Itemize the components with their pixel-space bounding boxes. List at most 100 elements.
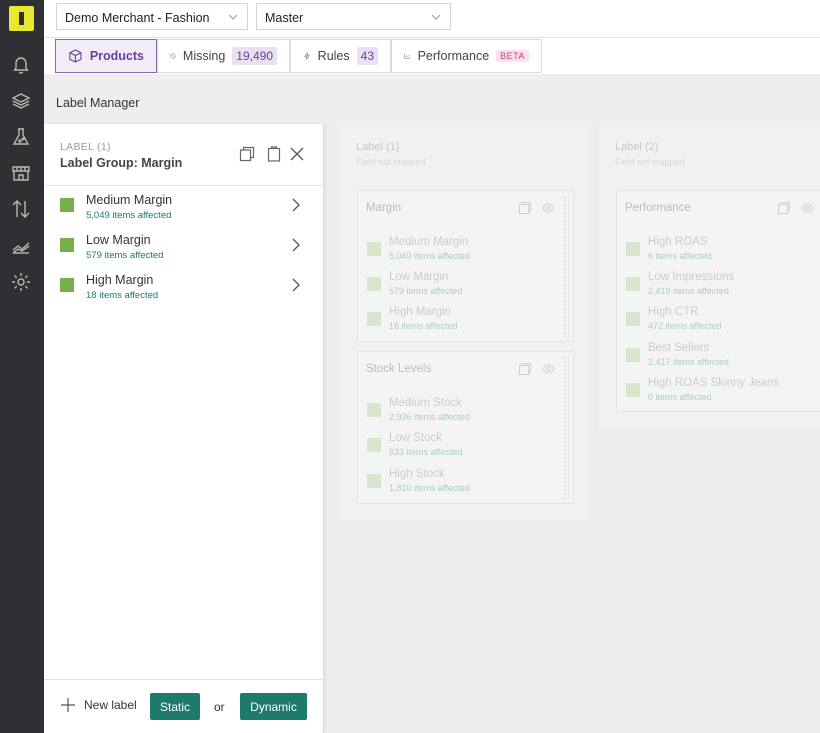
tab-performance-label: Performance <box>417 49 490 63</box>
group-item-count: 6 items affected <box>648 251 712 261</box>
label-list-item[interactable]: Low Margin 579 items affected <box>44 228 324 264</box>
chevron-right-icon[interactable] <box>289 197 303 213</box>
tab-rules[interactable]: Rules 43 <box>290 39 391 73</box>
label-list-item[interactable]: High Margin 18 items affected <box>44 268 324 304</box>
group-item-name: Low Margin <box>389 271 449 283</box>
tab-performance[interactable]: Performance BETA <box>391 39 542 73</box>
label-count: 5,049 items affected <box>86 210 172 221</box>
chevron-right-icon[interactable] <box>289 237 303 253</box>
rules-count-badge: 43 <box>356 47 378 65</box>
group-name: Stock Levels <box>366 363 432 375</box>
tab-bar: Products Missing 19,490 Rules 43 Perform… <box>44 38 820 74</box>
group-item-name: High ROAS Skinny Jeans <box>648 377 780 389</box>
group-item-name: Low Stock <box>389 432 443 444</box>
group-item[interactable]: Medium Margin 5,049 items affected <box>358 234 558 264</box>
group-item-name: Medium Margin <box>389 236 469 248</box>
label-name: High Margin <box>86 273 154 287</box>
group-item-count: 2,936 items affected <box>389 412 470 422</box>
group-item[interactable]: Low Margin 579 items affected <box>358 269 558 299</box>
beta-badge: BETA <box>496 50 529 62</box>
column-subtitle: Field not mapped <box>615 157 685 167</box>
label-color-swatch <box>60 238 74 252</box>
label-editor-panel: LABEL (1) Label Group: Margin Medium Mar… <box>44 124 324 733</box>
group-item-count: 933 items affected <box>389 447 463 457</box>
group-item[interactable]: High ROAS 6 items affected <box>617 234 817 264</box>
or-text: or <box>214 700 225 714</box>
drag-handle-icon[interactable] <box>563 356 569 499</box>
group-item[interactable]: High Stock 1,810 items affected <box>358 466 558 496</box>
panel-label-heading: LABEL (1) <box>60 141 111 153</box>
copy-icon[interactable] <box>518 201 532 215</box>
panel-group-title: Label Group: Margin <box>60 156 183 170</box>
label-count: 18 items affected <box>86 290 159 301</box>
drag-handle-icon[interactable] <box>563 195 569 337</box>
label-group-card[interactable]: Margin Medium Margin 5,049 items affecte… <box>357 190 574 342</box>
chevron-right-icon[interactable] <box>289 277 303 293</box>
label-color-swatch <box>367 438 381 452</box>
branch-select[interactable]: Master <box>256 3 451 30</box>
copy-icon[interactable] <box>239 146 255 162</box>
column-title: Label (1) <box>356 141 400 153</box>
label-name: Medium Margin <box>86 193 173 207</box>
eye-icon[interactable] <box>542 202 555 214</box>
label-name: Low Margin <box>86 233 151 247</box>
tab-products[interactable]: Products <box>55 39 157 73</box>
label-count: 579 items affected <box>86 250 164 261</box>
missing-count-badge: 19,490 <box>232 47 277 65</box>
bell-icon[interactable] <box>10 53 32 75</box>
tab-missing[interactable]: Missing 19,490 <box>157 39 290 73</box>
box-icon <box>69 49 82 63</box>
left-nav-rail <box>0 0 44 733</box>
flask-icon[interactable] <box>10 126 32 148</box>
label-color-swatch <box>626 383 640 397</box>
column-title: Label (2) <box>615 141 659 153</box>
merchant-select-value: Demo Merchant - Fashion <box>65 11 210 25</box>
copy-icon[interactable] <box>518 362 532 376</box>
bolt-icon <box>304 52 310 60</box>
group-item[interactable]: Best Sellers 2,417 items affected <box>617 340 817 370</box>
group-item[interactable]: High ROAS Skinny Jeans 0 items affected <box>617 375 817 405</box>
group-item-count: 18 items affected <box>389 321 458 331</box>
group-name: Performance <box>625 202 691 214</box>
group-item[interactable]: High Margin 18 items affected <box>358 304 558 334</box>
sort-arrows-icon[interactable] <box>10 198 32 220</box>
group-item-count: 2,417 items affected <box>648 357 729 367</box>
label-column-2: Label (2) Field not mapped Performance H… <box>599 126 820 431</box>
divider <box>44 679 324 680</box>
copy-icon[interactable] <box>777 201 791 215</box>
label-color-swatch <box>60 198 74 212</box>
gear-icon[interactable] <box>10 271 32 293</box>
group-item-name: High ROAS <box>648 236 708 248</box>
column-subtitle: Field not mapped <box>356 157 426 167</box>
label-color-swatch <box>367 312 381 326</box>
clipboard-icon[interactable] <box>266 146 282 162</box>
layers-icon[interactable] <box>10 90 32 112</box>
divider <box>44 185 324 186</box>
new-label-button[interactable]: New label <box>60 697 137 713</box>
eye-icon[interactable] <box>542 363 555 375</box>
ban-icon <box>170 53 176 59</box>
eye-icon[interactable] <box>801 202 814 214</box>
chart-icon[interactable] <box>10 235 32 257</box>
chevron-down-icon <box>431 14 441 20</box>
store-icon[interactable] <box>10 162 32 184</box>
group-item[interactable]: Medium Stock 2,936 items affected <box>358 395 558 425</box>
plus-icon <box>61 698 75 712</box>
label-group-card[interactable]: Performance High ROAS 6 items affected L… <box>616 190 820 412</box>
logo-icon[interactable] <box>9 6 34 31</box>
label-color-swatch <box>60 278 74 292</box>
group-item-name: Best Sellers <box>648 342 710 354</box>
group-item-count: 2,419 items affected <box>648 286 729 296</box>
dynamic-button[interactable]: Dynamic <box>240 693 307 720</box>
group-item-count: 5,049 items affected <box>389 251 470 261</box>
label-list-item[interactable]: Medium Margin 5,049 items affected <box>44 188 324 224</box>
close-icon[interactable] <box>289 146 305 162</box>
group-item[interactable]: Low Impressions 2,419 items affected <box>617 269 817 299</box>
static-button[interactable]: Static <box>150 693 200 720</box>
group-item-count: 579 items affected <box>389 286 463 296</box>
group-item[interactable]: High CTR 472 items affected <box>617 304 817 334</box>
label-color-swatch <box>367 474 381 488</box>
group-item[interactable]: Low Stock 933 items affected <box>358 430 558 460</box>
label-group-card[interactable]: Stock Levels Medium Stock 2,936 items af… <box>357 351 574 504</box>
merchant-select[interactable]: Demo Merchant - Fashion <box>56 3 248 30</box>
